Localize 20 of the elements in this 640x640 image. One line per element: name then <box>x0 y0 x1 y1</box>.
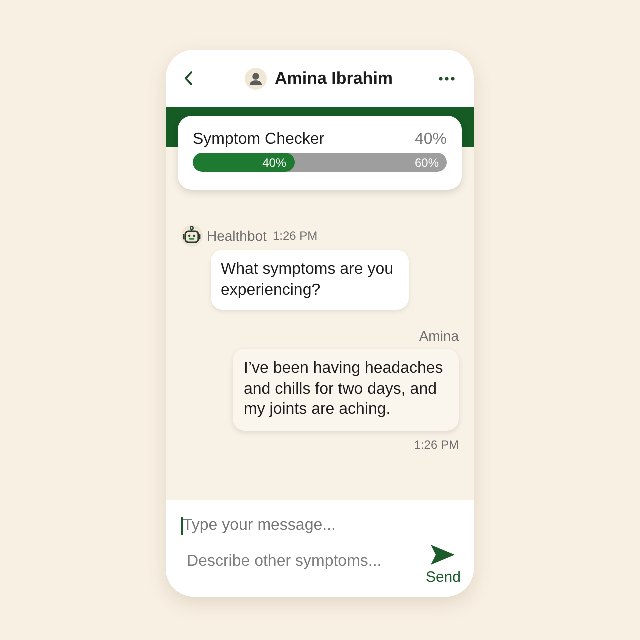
more-dots-icon <box>439 76 455 80</box>
message-input[interactable]: Type your message... <box>183 514 459 538</box>
contact-name: Amina Ibrahim <box>274 68 394 90</box>
text-cursor-icon <box>181 517 183 535</box>
person-avatar-icon <box>244 68 267 90</box>
message-time: 1:26 PM <box>414 436 459 454</box>
progress-title: Symptom Checker <box>193 130 325 150</box>
sender-name: Amina <box>419 327 459 344</box>
message-bubble: What symptoms are you experiencing? <box>211 250 409 310</box>
sender-name: Healthbot <box>207 226 267 246</box>
message-bubble: I’ve been having headaches and chills for two days, and my joints are aching. <box>233 349 459 430</box>
robot-icon <box>181 225 203 247</box>
progress-fill-label: 40% <box>262 154 287 172</box>
suggestion-text: Describe other symptoms... <box>187 552 382 572</box>
progress-remaining-label: 60% <box>414 154 439 172</box>
send-icon <box>431 545 456 565</box>
progress-reading: 40% <box>414 130 447 150</box>
back-chevron-icon <box>184 71 193 86</box>
message-time: 1:26 PM <box>272 228 318 245</box>
send-button[interactable]: Send <box>426 545 461 590</box>
